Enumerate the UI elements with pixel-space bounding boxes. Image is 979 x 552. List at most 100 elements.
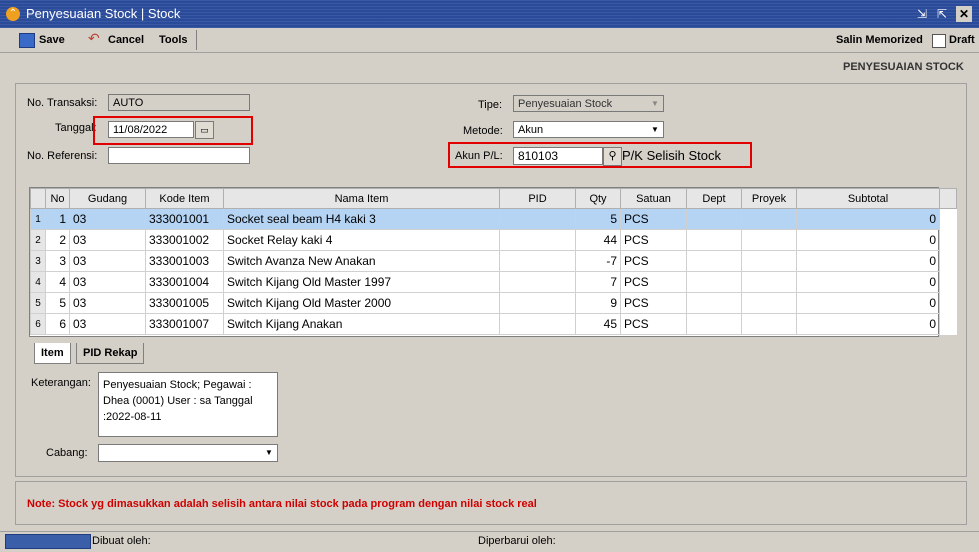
cell-qty[interactable]: 9 (575, 292, 621, 314)
cell-dept[interactable] (686, 208, 742, 230)
column-header-kode-item[interactable]: Kode Item (145, 188, 224, 209)
column-header-subtotal[interactable]: Subtotal (796, 188, 940, 209)
cell-proyek[interactable] (741, 292, 797, 314)
table-row[interactable]: 5 5 03 333001005 Switch Kijang Old Master 20… (30, 292, 957, 314)
cell-pid[interactable] (499, 208, 576, 230)
column-header-proyek[interactable]: Proyek (741, 188, 797, 209)
cell-pid[interactable] (499, 313, 576, 335)
maximize-icon[interactable]: ⇱ (934, 6, 950, 22)
cell-satuan[interactable]: PCS (620, 313, 687, 335)
column-header-satuan[interactable]: Satuan (620, 188, 687, 209)
cell-nama-item[interactable]: Switch Kijang Old Master 1997 (223, 271, 500, 293)
tools-menu[interactable]: Tools (159, 34, 188, 46)
table-row[interactable]: 6 6 03 333001007 Switch Kijang Anakan 45 PCS 0 (30, 313, 957, 335)
cell-qty[interactable]: 45 (575, 313, 621, 335)
row-number[interactable]: 5 (30, 292, 46, 314)
cell-subtotal[interactable]: 0 (796, 271, 940, 293)
cell-dept[interactable] (686, 229, 742, 251)
chevron-down-icon[interactable]: ▼ (263, 447, 275, 458)
cell-kode-item[interactable]: 333001007 (145, 313, 224, 335)
cell-subtotal[interactable]: 0 (796, 250, 940, 272)
cell-qty[interactable]: 5 (575, 208, 621, 230)
cell-dept[interactable] (686, 271, 742, 293)
row-number[interactable]: 1 (30, 208, 46, 230)
cell-kode-item[interactable]: 333001001 (145, 208, 224, 230)
save-button[interactable]: Save (39, 34, 65, 46)
column-header-pid[interactable]: PID (499, 188, 576, 209)
cell-proyek[interactable] (741, 313, 797, 335)
cabang-select[interactable]: ▼ (98, 444, 278, 462)
cell-nama-item[interactable]: Socket seal beam H4 kaki 3 (223, 208, 500, 230)
cell-kode-item[interactable]: 333001005 (145, 292, 224, 314)
cell-pid[interactable] (499, 229, 576, 251)
cell-subtotal[interactable]: 0 (796, 208, 940, 230)
cell-nama-item[interactable]: Switch Avanza New Anakan (223, 250, 500, 272)
cell-dept[interactable] (686, 292, 742, 314)
cell-pid[interactable] (499, 250, 576, 272)
cell-nama-item[interactable]: Socket Relay kaki 4 (223, 229, 500, 251)
column-header-no[interactable]: No (45, 188, 70, 209)
column-header-dept[interactable]: Dept (686, 188, 742, 209)
cell-dept[interactable] (686, 250, 742, 272)
cell-gudang[interactable]: 03 (69, 229, 146, 251)
cell-pid[interactable] (499, 271, 576, 293)
cell-no[interactable]: 5 (45, 292, 70, 314)
cell-nama-item[interactable]: Switch Kijang Anakan (223, 313, 500, 335)
cell-gudang[interactable]: 03 (69, 271, 146, 293)
tab-item-label: Item (41, 347, 64, 359)
cell-qty[interactable]: 7 (575, 271, 621, 293)
tab-pid-rekap[interactable]: PID Rekap (76, 343, 145, 364)
cell-no[interactable]: 4 (45, 271, 70, 293)
cell-gudang[interactable]: 03 (69, 292, 146, 314)
row-number[interactable]: 4 (30, 271, 46, 293)
cell-gudang[interactable]: 03 (69, 250, 146, 272)
cell-kode-item[interactable]: 333001002 (145, 229, 224, 251)
cell-proyek[interactable] (741, 229, 797, 251)
cell-kode-item[interactable]: 333001003 (145, 250, 224, 272)
cell-satuan[interactable]: PCS (620, 229, 687, 251)
cell-no[interactable]: 1 (45, 208, 70, 230)
row-number[interactable]: 3 (30, 250, 46, 272)
items-grid[interactable]: No Gudang Kode Item Nama Item PID Qty Sa… (29, 187, 957, 337)
table-row[interactable]: 4 4 03 333001004 Switch Kijang Old Master 19… (30, 271, 957, 293)
salin-memorized-button[interactable]: Salin Memorized (836, 34, 923, 46)
restore-icon[interactable]: ⇲ (914, 6, 930, 22)
table-row[interactable]: 2 2 03 333001002 Socket Relay kaki 4 44 PCS 0 (30, 229, 957, 251)
row-number[interactable]: 6 (30, 313, 46, 335)
cell-satuan[interactable]: PCS (620, 292, 687, 314)
chevron-down-icon[interactable]: ▼ (649, 124, 661, 135)
cell-kode-item[interactable]: 333001004 (145, 271, 224, 293)
row-number[interactable]: 2 (30, 229, 46, 251)
no-referensi-field[interactable] (108, 147, 250, 164)
cell-no[interactable]: 3 (45, 250, 70, 272)
cell-satuan[interactable]: PCS (620, 271, 687, 293)
column-header-gudang[interactable]: Gudang (69, 188, 146, 209)
keterangan-textarea[interactable]: Penyesuaian Stock; Pegawai : Dhea (0001)… (98, 372, 278, 437)
cell-subtotal[interactable]: 0 (796, 313, 940, 335)
tab-item[interactable]: Item (34, 343, 71, 364)
cell-pid[interactable] (499, 292, 576, 314)
column-header-qty[interactable]: Qty (575, 188, 621, 209)
column-header-nama-item[interactable]: Nama Item (223, 188, 500, 209)
cell-qty[interactable]: 44 (575, 229, 621, 251)
cell-proyek[interactable] (741, 250, 797, 272)
cell-proyek[interactable] (741, 271, 797, 293)
cell-gudang[interactable]: 03 (69, 208, 146, 230)
cell-subtotal[interactable]: 0 (796, 229, 940, 251)
cancel-button[interactable]: Cancel (108, 34, 144, 46)
cell-gudang[interactable]: 03 (69, 313, 146, 335)
cell-satuan[interactable]: PCS (620, 250, 687, 272)
close-icon[interactable]: ✕ (956, 6, 972, 22)
metode-select[interactable]: Akun ▼ (513, 121, 664, 138)
cell-no[interactable]: 6 (45, 313, 70, 335)
cell-proyek[interactable] (741, 208, 797, 230)
cell-no[interactable]: 2 (45, 229, 70, 251)
cell-qty[interactable]: -7 (575, 250, 621, 272)
cell-dept[interactable] (686, 313, 742, 335)
table-row[interactable]: 1 1 03 333001001 Socket seal beam H4 kaki 35… (30, 208, 957, 230)
cell-nama-item[interactable]: Switch Kijang Old Master 2000 (223, 292, 500, 314)
cell-subtotal[interactable]: 0 (796, 292, 940, 314)
cell-satuan[interactable]: PCS (620, 208, 687, 230)
table-row[interactable]: 3 3 03 333001003 Switch Avanza New Anakan -7 P… (30, 250, 957, 272)
draft-checkbox[interactable] (932, 34, 946, 48)
